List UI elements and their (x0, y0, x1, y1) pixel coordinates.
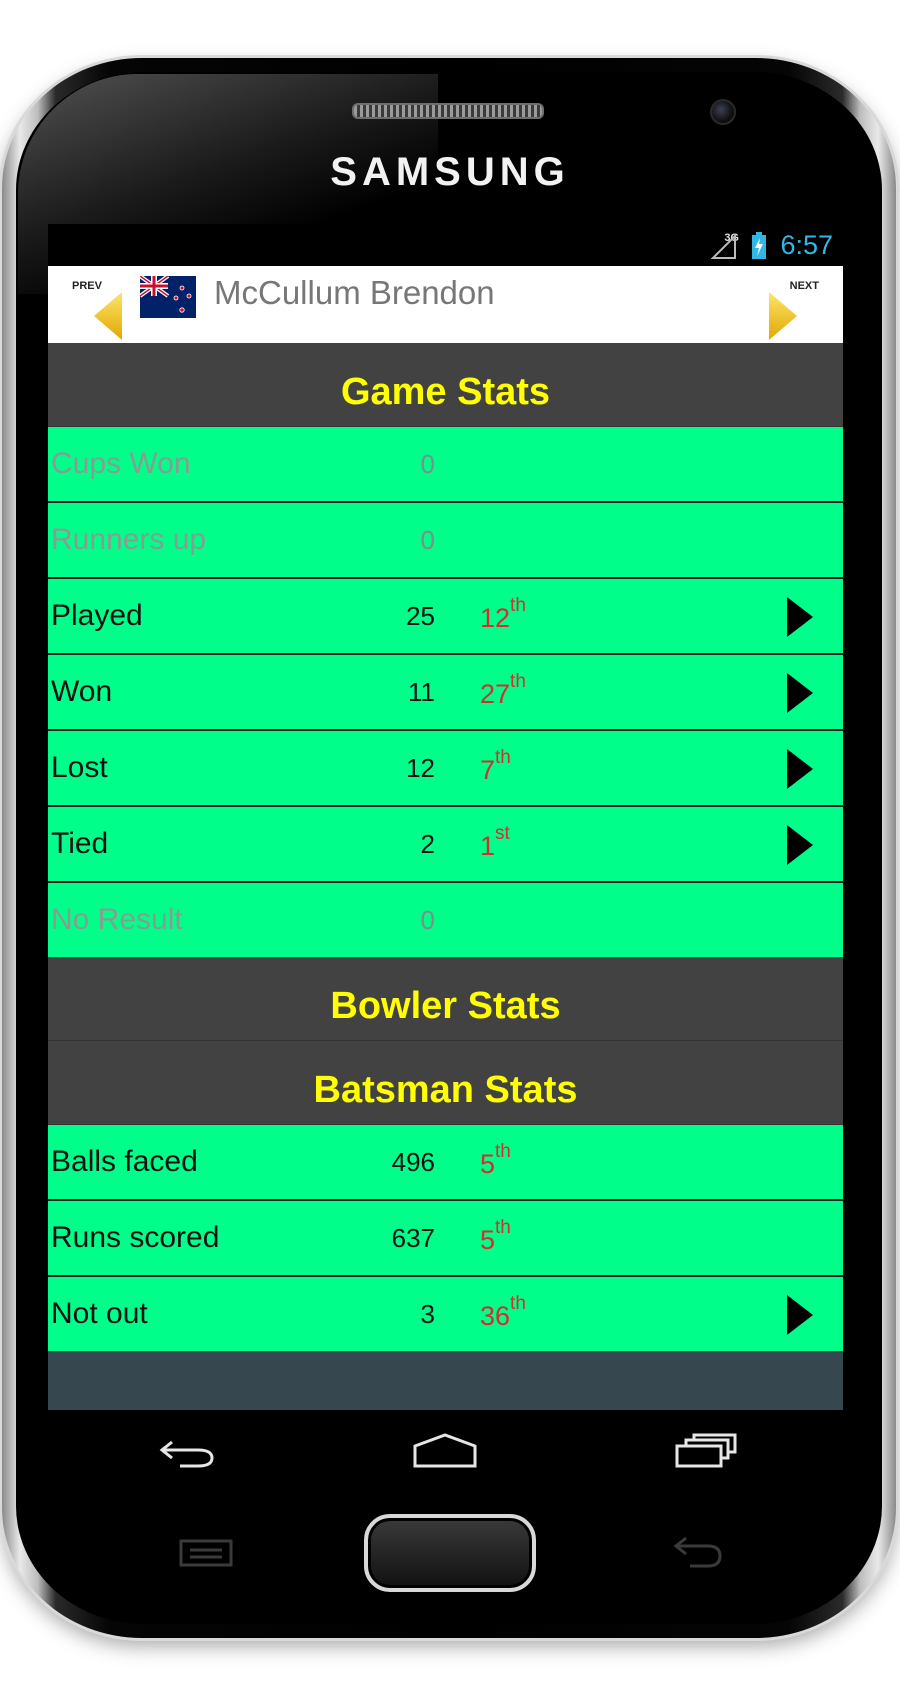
rank-suffix: th (510, 1293, 526, 1314)
game-stats-header: Game Stats (48, 343, 843, 427)
stat-row-runs-scored[interactable]: Runs scored 637 5th (48, 1201, 843, 1277)
stats-list: Game Stats Cups Won 0 Runners up 0 Played 25 1… (48, 343, 843, 1351)
rank-number: 27 (480, 679, 511, 709)
stat-row-played[interactable]: Played 25 12th (48, 579, 843, 655)
stat-label: Not out (51, 1297, 148, 1330)
stat-label: Lost (51, 751, 108, 784)
back-icon[interactable] (158, 1434, 218, 1470)
front-camera (710, 99, 736, 125)
stat-value: 0 (420, 525, 435, 555)
stat-value: 3 (420, 1299, 435, 1329)
new-zealand-flag-icon (140, 276, 196, 318)
stat-row-won[interactable]: Won 11 27th (48, 655, 843, 731)
battery-charging-icon (752, 232, 766, 259)
stat-rank: 1st (480, 823, 510, 862)
rank-suffix: th (510, 595, 526, 616)
prev-label: PREV (72, 280, 102, 292)
rank-suffix: th (495, 1141, 511, 1162)
next-label: NEXT (789, 280, 819, 292)
rank-number: 36 (480, 1301, 511, 1331)
stat-label: Tied (51, 827, 109, 860)
stat-row-tied[interactable]: Tied 2 1st (48, 807, 843, 883)
stat-label: Played (51, 599, 143, 632)
next-player-button[interactable]: NEXT (769, 280, 819, 340)
rank-number: 7 (480, 755, 496, 785)
batsman-stats-header: Batsman Stats (48, 1041, 843, 1125)
prev-player-button[interactable]: PREV (72, 280, 122, 340)
recent-apps-icon[interactable] (674, 1432, 738, 1470)
stat-row-not-out[interactable]: Not out 3 36th (48, 1277, 843, 1351)
player-header: PREV McCullum Brendon NEXT (48, 266, 843, 343)
rank-suffix: st (495, 823, 510, 844)
stat-value: 496 (391, 1147, 435, 1177)
stat-rank: 27th (480, 671, 526, 710)
stat-value: 0 (420, 449, 435, 479)
prev-arrow-icon (94, 292, 122, 340)
chevron-right-icon[interactable] (787, 673, 813, 713)
stat-row-balls-faced[interactable]: Balls faced 496 5th (48, 1125, 843, 1201)
status-time: 6:57 (780, 230, 833, 260)
rank-number: 1 (480, 831, 496, 861)
batsman-stats-rows: Balls faced 496 5th Runs scored 637 5th Not ou… (48, 1125, 843, 1351)
stat-rank: 36th (480, 1293, 526, 1332)
rank-suffix: th (495, 1217, 511, 1238)
app-screen: 3G 6:57 PREV McCullum Brendon NEXT Game … (48, 224, 843, 1410)
rank-number: 5 (480, 1149, 496, 1179)
stat-row-cups-won: Cups Won 0 (48, 427, 843, 503)
game-stats-rows: Cups Won 0 Runners up 0 Played 25 12th Won 11 27t… (48, 427, 843, 957)
stat-row-runners-up: Runners up 0 (48, 503, 843, 579)
stat-value: 0 (420, 905, 435, 935)
stat-row-lost[interactable]: Lost 12 7th (48, 731, 843, 807)
stat-value: 2 (420, 829, 435, 859)
signal-icon (711, 234, 736, 259)
chevron-right-icon[interactable] (787, 597, 813, 637)
stat-label: Won (51, 675, 113, 708)
rank-number: 5 (480, 1225, 496, 1255)
stat-label: Runs scored (51, 1221, 220, 1254)
earpiece-speaker (352, 103, 544, 119)
bowler-stats-header[interactable]: Bowler Stats (48, 957, 843, 1041)
next-arrow-icon (769, 292, 797, 340)
stat-value: 25 (406, 601, 435, 631)
stat-value: 11 (408, 677, 435, 707)
device-brand: SAMSUNG (330, 150, 570, 194)
stat-rank: 5th (480, 1141, 511, 1180)
stat-rank: 5th (480, 1217, 511, 1256)
stat-rank: 7th (480, 747, 511, 786)
player-name: McCullum Brendon (214, 274, 495, 311)
back-key-icon[interactable] (672, 1534, 724, 1570)
stat-label: Cups Won (51, 447, 191, 480)
stat-rank: 12th (480, 595, 526, 634)
stat-value: 637 (391, 1223, 435, 1253)
status-bar: 3G 6:57 (48, 224, 843, 266)
rank-number: 12 (480, 603, 511, 633)
chevron-right-icon[interactable] (787, 749, 813, 789)
stat-label: Balls faced (51, 1145, 198, 1178)
rank-suffix: th (510, 671, 526, 692)
chevron-right-icon[interactable] (787, 1295, 813, 1335)
home-icon[interactable] (412, 1432, 478, 1470)
menu-key-icon[interactable] (178, 1538, 234, 1568)
home-button[interactable] (364, 1514, 536, 1592)
stat-label: Runners up (51, 523, 207, 556)
stat-label: No Result (51, 903, 183, 936)
rank-suffix: th (495, 747, 511, 768)
stat-value: 12 (406, 753, 435, 783)
chevron-right-icon[interactable] (787, 825, 813, 865)
stat-row-no-result: No Result 0 (48, 883, 843, 957)
